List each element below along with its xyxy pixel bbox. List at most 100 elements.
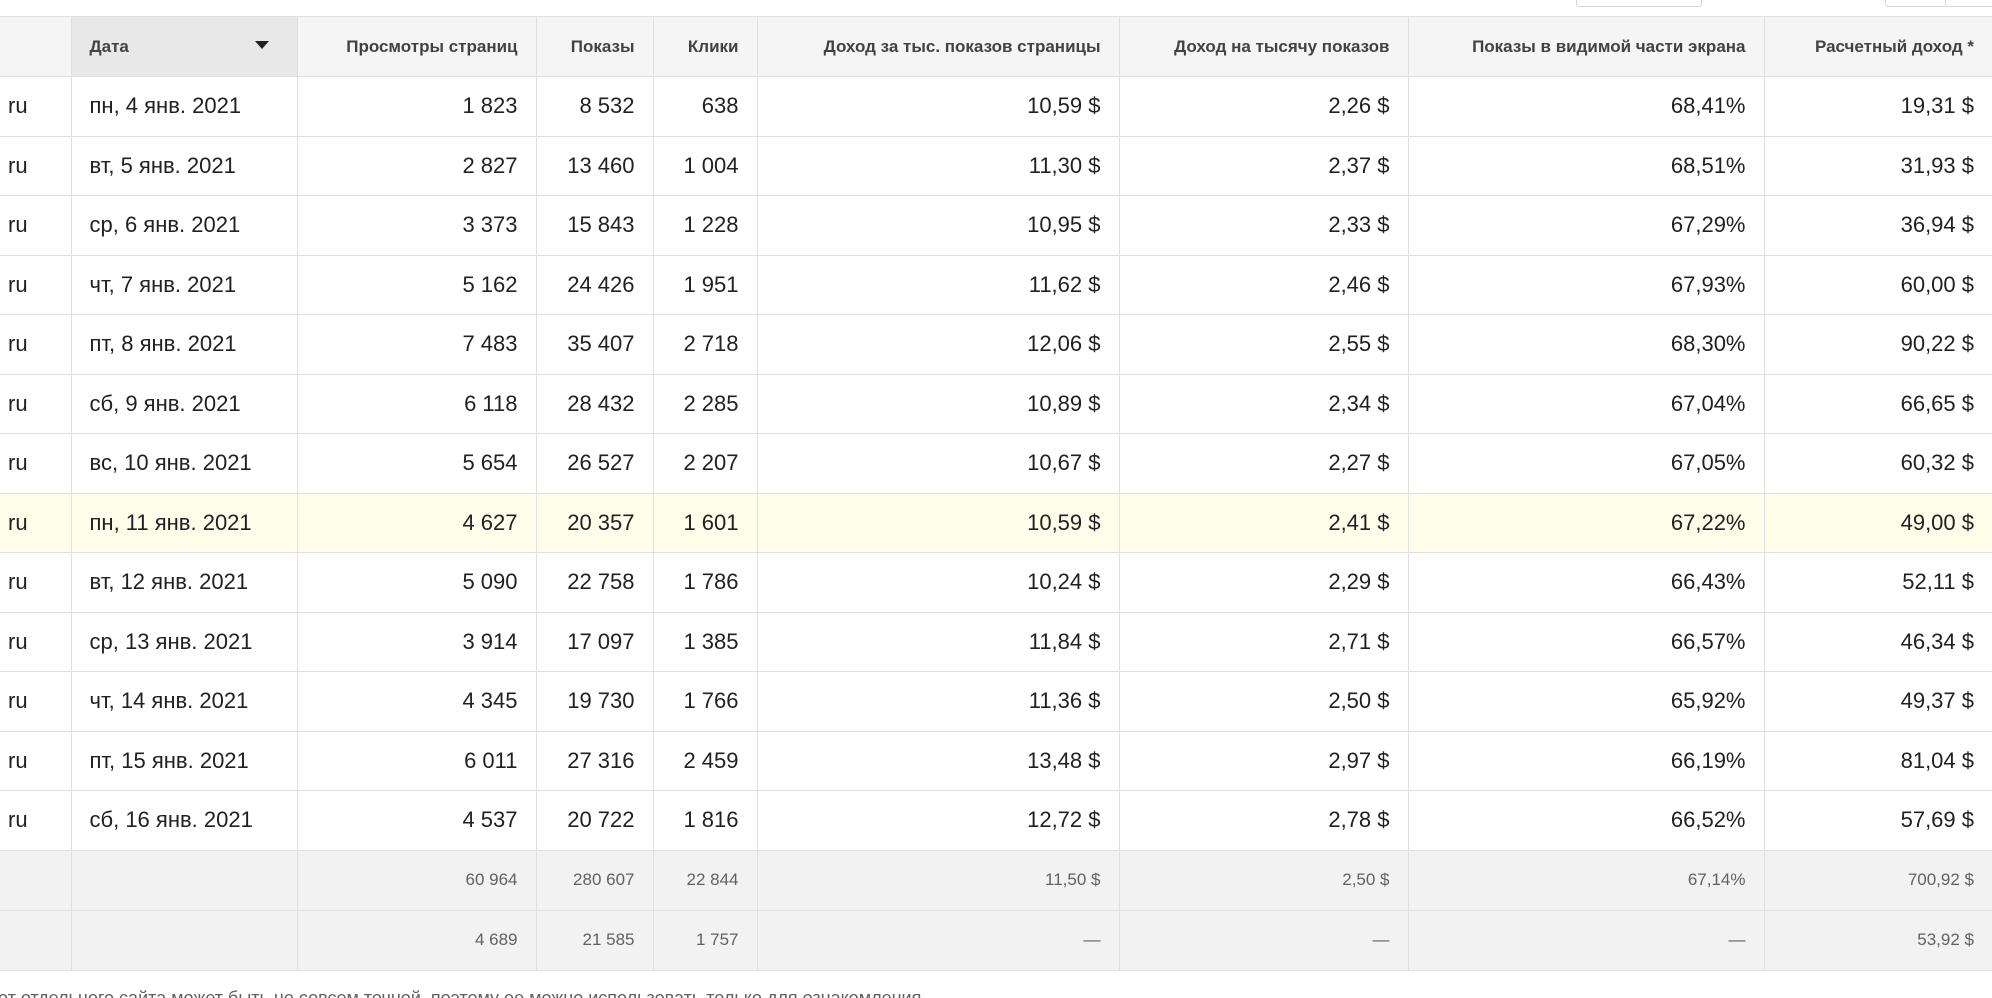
- impression-rpm-cell: 2,27 $: [1119, 433, 1409, 494]
- page-views-cell: 4 345: [297, 671, 537, 732]
- clicks-cell: 1 816: [653, 790, 758, 851]
- page-views-cell: 5 162: [297, 255, 537, 315]
- column-header-clicks[interactable]: Клики: [653, 16, 758, 77]
- column-header-active-view[interactable]: Показы в видимой части экрана: [1408, 16, 1765, 77]
- totals-active-view: 67,14%: [1408, 850, 1765, 911]
- date-cell: вт, 5 янв. 2021: [71, 136, 298, 196]
- active-view-cell: 68,51%: [1408, 136, 1765, 196]
- toolbar-button[interactable]: [1945, 0, 1992, 7]
- date-cell: чт, 14 янв. 2021: [71, 671, 298, 732]
- active-view-cell: 67,05%: [1408, 433, 1765, 494]
- page-rpm-cell: 13,48 $: [757, 731, 1120, 791]
- page-rpm-cell: 11,84 $: [757, 612, 1120, 672]
- date-cell: пн, 4 янв. 2021: [71, 76, 298, 137]
- page-rpm-cell: 11,36 $: [757, 671, 1120, 732]
- column-header-revenue[interactable]: Расчетный доход *: [1764, 16, 1992, 77]
- impressions-cell: 22 758: [536, 552, 654, 613]
- clicks-cell: 1 601: [653, 493, 758, 553]
- table-row[interactable]: ru пт, 8 янв. 2021 7 483 35 407 2 718 12,06 $…: [0, 314, 1992, 375]
- table-row[interactable]: ru ср, 13 янв. 2021 3 914 17 097 1 385 11,84 …: [0, 612, 1992, 672]
- column-header-page-views[interactable]: Просмотры страниц: [297, 16, 537, 77]
- table-row[interactable]: ru чт, 14 янв. 2021 4 345 19 730 1 766 11,36 …: [0, 671, 1992, 732]
- impressions-cell: 8 532: [536, 76, 654, 137]
- site-cell: ru: [0, 374, 72, 434]
- column-header-site[interactable]: [0, 16, 72, 77]
- active-view-cell: 66,52%: [1408, 790, 1765, 851]
- table-row[interactable]: ru вт, 12 янв. 2021 5 090 22 758 1 786 10,24 …: [0, 552, 1992, 613]
- averages-impressions: 21 585: [536, 910, 654, 971]
- site-cell: ru: [0, 552, 72, 613]
- averages-clicks: 1 757: [653, 910, 758, 971]
- revenue-cell: 90,22 $: [1764, 314, 1992, 375]
- active-view-cell: 66,19%: [1408, 731, 1765, 791]
- site-cell: ru: [0, 195, 72, 256]
- clicks-cell: 2 285: [653, 374, 758, 434]
- report-table: Дата Просмотры страниц Показы Клики Дохо…: [0, 16, 1992, 971]
- averages-active-view: —: [1408, 910, 1765, 971]
- revenue-cell: 60,32 $: [1764, 433, 1992, 494]
- totals-clicks: 22 844: [653, 850, 758, 911]
- averages-revenue: 53,92 $: [1764, 910, 1992, 971]
- table-row[interactable]: ru пн, 4 янв. 2021 1 823 8 532 638 10,59 $2,2…: [0, 76, 1992, 137]
- page-views-cell: 3 914: [297, 612, 537, 672]
- date-cell: вс, 10 янв. 2021: [71, 433, 298, 494]
- clicks-cell: 2 207: [653, 433, 758, 494]
- page-rpm-cell: 11,30 $: [757, 136, 1120, 196]
- column-header-page-rpm[interactable]: Доход за тыс. показов страницы: [757, 16, 1120, 77]
- active-view-cell: 67,29%: [1408, 195, 1765, 256]
- page-rpm-cell: 12,72 $: [757, 790, 1120, 851]
- impression-rpm-cell: 2,37 $: [1119, 136, 1409, 196]
- clicks-cell: 1 786: [653, 552, 758, 613]
- date-cell: сб, 9 янв. 2021: [71, 374, 298, 434]
- page-views-cell: 4 537: [297, 790, 537, 851]
- site-cell: ru: [0, 671, 72, 732]
- site-cell: ru: [0, 790, 72, 851]
- toolbar-button[interactable]: [1576, 0, 1702, 7]
- column-header-impression-rpm[interactable]: Доход на тысячу показов: [1119, 16, 1409, 77]
- column-header-impressions[interactable]: Показы: [536, 16, 654, 77]
- page-rpm-cell: 10,59 $: [757, 76, 1120, 137]
- totals-impression-rpm: 2,50 $: [1119, 850, 1409, 911]
- impression-rpm-cell: 2,55 $: [1119, 314, 1409, 375]
- impression-rpm-cell: 2,78 $: [1119, 790, 1409, 851]
- active-view-cell: 67,22%: [1408, 493, 1765, 553]
- clicks-cell: 638: [653, 76, 758, 137]
- totals-revenue: 700,92 $: [1764, 850, 1992, 911]
- page-views-cell: 6 118: [297, 374, 537, 434]
- date-cell: чт, 7 янв. 2021: [71, 255, 298, 315]
- page-views-cell: 1 823: [297, 76, 537, 137]
- averages-row: 4 689 21 585 1 757 — — — 53,92 $: [0, 910, 1992, 971]
- impression-rpm-cell: 2,97 $: [1119, 731, 1409, 791]
- page-views-cell: 2 827: [297, 136, 537, 196]
- page-rpm-cell: 11,62 $: [757, 255, 1120, 315]
- toolbar-button[interactable]: [1885, 0, 1947, 7]
- clicks-cell: 1 004: [653, 136, 758, 196]
- page-views-cell: 4 627: [297, 493, 537, 553]
- page-views-cell: 6 011: [297, 731, 537, 791]
- table-row[interactable]: ru ср, 6 янв. 2021 3 373 15 843 1 228 10,95 $…: [0, 195, 1992, 256]
- impressions-cell: 15 843: [536, 195, 654, 256]
- active-view-cell: 66,43%: [1408, 552, 1765, 613]
- date-cell: вт, 12 янв. 2021: [71, 552, 298, 613]
- site-cell: ru: [0, 433, 72, 494]
- impression-rpm-cell: 2,46 $: [1119, 255, 1409, 315]
- table-row[interactable]: ru чт, 7 янв. 2021 5 162 24 426 1 951 11,62 $…: [0, 255, 1992, 315]
- impressions-cell: 13 460: [536, 136, 654, 196]
- averages-page-views: 4 689: [297, 910, 537, 971]
- table-row[interactable]: ru сб, 16 янв. 2021 4 537 20 722 1 816 12,72 …: [0, 790, 1992, 851]
- date-cell: ср, 6 янв. 2021: [71, 195, 298, 256]
- column-header-date[interactable]: Дата: [71, 16, 298, 77]
- impression-rpm-cell: 2,33 $: [1119, 195, 1409, 256]
- active-view-cell: 65,92%: [1408, 671, 1765, 732]
- sort-descending-icon[interactable]: [254, 41, 269, 49]
- table-row[interactable]: ru сб, 9 янв. 2021 6 118 28 432 2 285 10,89 $…: [0, 374, 1992, 434]
- table-row[interactable]: ru вс, 10 янв. 2021 5 654 26 527 2 207 10,67 …: [0, 433, 1992, 494]
- table-row[interactable]: ru пт, 15 янв. 2021 6 011 27 316 2 459 13,48 …: [0, 731, 1992, 791]
- impression-rpm-cell: 2,34 $: [1119, 374, 1409, 434]
- table-row[interactable]: ru вт, 5 янв. 2021 2 827 13 460 1 004 11,30 $…: [0, 136, 1992, 196]
- impressions-cell: 24 426: [536, 255, 654, 315]
- report-page: Дата Просмотры страниц Показы Клики Дохо…: [0, 0, 1992, 998]
- table-row[interactable]: ru пн, 11 янв. 2021 4 627 20 357 1 601 10,59 …: [0, 493, 1992, 553]
- page-rpm-cell: 10,95 $: [757, 195, 1120, 256]
- totals-site-cell: [0, 850, 72, 911]
